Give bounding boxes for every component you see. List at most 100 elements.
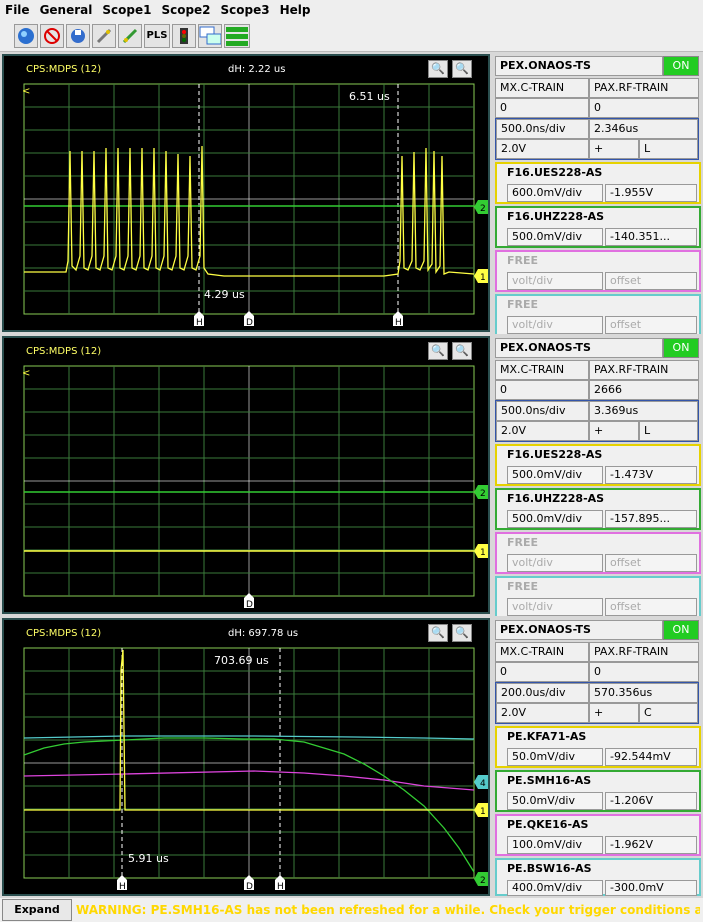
svg-text:D: D — [246, 882, 253, 892]
trigger-slope[interactable]: + — [589, 703, 639, 723]
device-name[interactable]: PEX.ONAOS-TS — [495, 56, 663, 76]
trigger-level[interactable]: 2.0V — [496, 421, 589, 441]
power-plug-icon[interactable] — [118, 23, 142, 48]
on-toggle[interactable]: ON — [663, 56, 699, 76]
train-a-value[interactable]: 0 — [495, 98, 589, 118]
channel-3-box[interactable]: FREE volt/div offset — [495, 532, 701, 574]
toolbar: PLS — [0, 20, 703, 52]
zoom-out-icon[interactable]: 🔍 — [452, 342, 472, 360]
scope-display[interactable]: < 6.51 us 4.29 us H D H 2 1 CPS:MDPS (12… — [2, 54, 490, 332]
delay[interactable]: 570.356us — [589, 683, 698, 703]
marker-top-label: 6.51 us — [349, 90, 390, 103]
marker-top-label: 703.69 us — [214, 654, 269, 667]
scope-screen: < 6.51 us 4.29 us H D H 2 1 — [22, 83, 488, 328]
trigger-slope[interactable]: + — [589, 421, 639, 441]
graticule — [23, 365, 475, 597]
train-b[interactable]: PAX.RF-TRAIN — [589, 642, 699, 662]
channel-3-box[interactable]: FREE volt/div offset — [495, 250, 701, 292]
zoom-out-icon[interactable]: 🔍 — [452, 624, 472, 642]
menu-file[interactable]: File — [0, 3, 35, 17]
timebase[interactable]: 500.0ns/div — [496, 119, 589, 139]
graticule — [23, 83, 475, 315]
train-a[interactable]: MX.C-TRAIN — [495, 642, 589, 662]
scope-dh: dH: 2.22 us — [228, 64, 286, 75]
device-name[interactable]: PEX.ONAOS-TS — [495, 338, 663, 358]
channel-1-box[interactable]: F16.UES228-AS 600.0mV/div -1.955V — [495, 162, 701, 204]
channel-4-flag: 4 — [474, 775, 488, 789]
timebase[interactable]: 500.0ns/div — [496, 401, 589, 421]
disconnect-icon[interactable] — [40, 23, 64, 48]
channel-2-box[interactable]: PE.SMH16-AS 50.0mV/div -1.206V — [495, 770, 701, 812]
marker-bottom-label: 5.91 us — [128, 852, 169, 865]
menu-scope1[interactable]: Scope1 — [97, 3, 156, 17]
layout-bars-icon[interactable] — [224, 23, 250, 48]
status-bar: Expand WARNING: PE.SMH16-AS has not been… — [0, 898, 703, 922]
delay[interactable]: 2.346us — [589, 119, 698, 139]
scope-title: CPS:MDPS (12) — [26, 346, 102, 357]
zoom-out-icon[interactable]: 🔍 — [452, 60, 472, 78]
menu-general[interactable]: General — [35, 3, 98, 17]
scope-title: CPS:MDPS (12) — [26, 628, 102, 639]
scope-panel-3: 703.69 us 5.91 us H D H 4 1 2 CPS:MDPS (… — [0, 616, 703, 898]
svg-text:H: H — [395, 318, 402, 328]
channel-1-box[interactable]: PE.KFA71-AS 50.0mV/div -92.544mV — [495, 726, 701, 768]
graticule — [23, 647, 475, 879]
trigger-mode[interactable]: L — [639, 421, 698, 441]
menu-help[interactable]: Help — [275, 3, 316, 17]
channel-1-flag: 1 — [474, 803, 488, 817]
channel-2-box[interactable]: F16.UHZ228-AS 500.0mV/div -140.351... — [495, 206, 701, 248]
menu-bar: File General Scope1 Scope2 Scope3 Help — [0, 0, 703, 20]
channel-2-flag: 2 — [474, 872, 488, 886]
trigger-level[interactable]: 2.0V — [496, 139, 589, 159]
device-name[interactable]: PEX.ONAOS-TS — [495, 620, 663, 640]
channel-1-flag: 1 — [474, 544, 488, 558]
zoom-in-icon[interactable]: 🔍 — [428, 624, 448, 642]
zoom-in-icon[interactable]: 🔍 — [428, 60, 448, 78]
windows-icon[interactable] — [198, 23, 222, 48]
traffic-light-icon[interactable] — [172, 23, 196, 48]
train-a[interactable]: MX.C-TRAIN — [495, 360, 589, 380]
delay[interactable]: 3.369us — [589, 401, 698, 421]
trigger-level[interactable]: 2.0V — [496, 703, 589, 723]
train-a[interactable]: MX.C-TRAIN — [495, 78, 589, 98]
on-toggle[interactable]: ON — [663, 338, 699, 358]
globe-icon[interactable] — [14, 23, 38, 48]
scope-screen: < D 2 1 — [22, 365, 488, 610]
plug-icon[interactable] — [92, 23, 116, 48]
channel-2-box[interactable]: F16.UHZ228-AS 500.0mV/div -157.895... — [495, 488, 701, 530]
trigger-slope[interactable]: + — [589, 139, 639, 159]
channel-2-flag: 2 — [474, 200, 488, 214]
scope-display[interactable]: 703.69 us 5.91 us H D H 4 1 2 CPS:MDPS (… — [2, 618, 490, 896]
scope-display[interactable]: < D 2 1 CPS:MDPS (12) 🔍 🔍 — [2, 336, 490, 614]
menu-scope3[interactable]: Scope3 — [216, 3, 275, 17]
channel-1-box[interactable]: F16.UES228-AS 500.0mV/div -1.473V — [495, 444, 701, 486]
on-toggle[interactable]: ON — [663, 620, 699, 640]
channel-4-box[interactable]: PE.BSW16-AS 400.0mV/div -300.0mV — [495, 858, 701, 896]
scope-title: CPS:MDPS (12) — [26, 64, 102, 75]
channel-4-box[interactable]: FREE volt/div offset — [495, 294, 701, 336]
svg-text:2: 2 — [480, 204, 486, 214]
expand-button[interactable]: Expand — [2, 899, 72, 921]
svg-text:H: H — [277, 882, 284, 892]
svg-text:1: 1 — [480, 548, 486, 558]
train-b-value[interactable]: 2666 — [589, 380, 699, 400]
warning-message: WARNING: PE.SMH16-AS has not been refres… — [76, 903, 700, 917]
svg-text:2: 2 — [480, 876, 486, 886]
menu-scope2[interactable]: Scope2 — [156, 3, 215, 17]
train-b-value[interactable]: 0 — [589, 662, 699, 682]
zoom-in-icon[interactable]: 🔍 — [428, 342, 448, 360]
timebase[interactable]: 200.0us/div — [496, 683, 589, 703]
train-b[interactable]: PAX.RF-TRAIN — [589, 360, 699, 380]
save-icon[interactable] — [66, 23, 90, 48]
train-b-value[interactable]: 0 — [589, 98, 699, 118]
channel-4-box[interactable]: FREE volt/div offset — [495, 576, 701, 618]
trigger-mode[interactable]: C — [639, 703, 698, 723]
train-a-value[interactable]: 0 — [495, 380, 589, 400]
train-a-value[interactable]: 0 — [495, 662, 589, 682]
pls-button[interactable]: PLS — [144, 23, 170, 48]
trigger-mode[interactable]: L — [639, 139, 698, 159]
channel-3-box[interactable]: PE.QKE16-AS 100.0mV/div -1.962V — [495, 814, 701, 856]
svg-text:D: D — [246, 318, 253, 328]
svg-text:4: 4 — [480, 779, 486, 789]
train-b[interactable]: PAX.RF-TRAIN — [589, 78, 699, 98]
